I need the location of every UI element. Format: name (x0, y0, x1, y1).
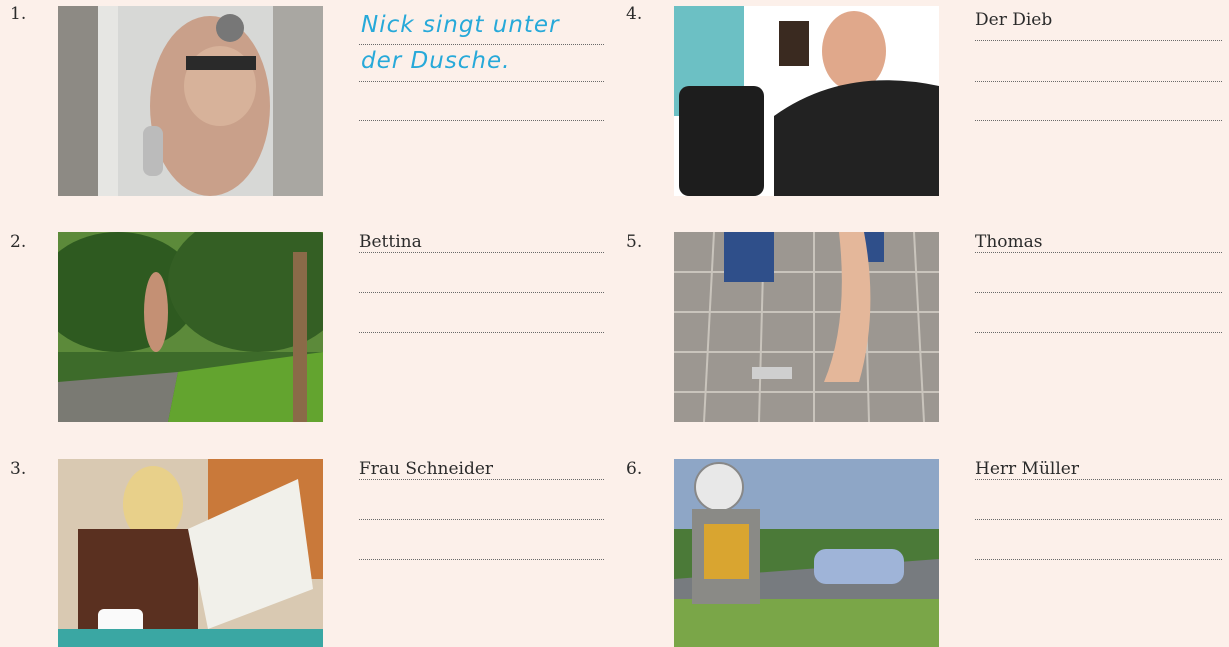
prompt-text: Frau Schneider (359, 459, 498, 479)
answer-line[interactable] (359, 252, 604, 253)
photo-man-singing-in-shower (58, 6, 323, 196)
photo-woman-reading-newspaper (58, 459, 323, 647)
answer-line[interactable] (359, 81, 604, 82)
exercise-number: 2. (10, 232, 27, 252)
photo-picking-up-keys (674, 232, 939, 422)
handwritten-answer-line-2: der Dusche. (361, 48, 511, 74)
answer-area: Nick singt unter der Dusche. (359, 10, 604, 121)
exercise-number: 1. (10, 4, 27, 24)
answer-line[interactable] (975, 292, 1222, 293)
exercise-number: 4. (626, 4, 643, 24)
answer-line[interactable] (975, 519, 1222, 520)
prompt-text: Thomas (975, 232, 1047, 252)
prompt-text: Der Dieb (975, 10, 1057, 30)
answer-line[interactable] (359, 292, 604, 293)
answer-area: Herr Müller (975, 459, 1222, 569)
answer-area: Frau Schneider (359, 459, 604, 569)
exercise-number: 6. (626, 459, 643, 479)
photo-thief-stealing-wallet (674, 6, 939, 196)
prompt-text: Bettina (359, 232, 426, 252)
prompt-text: Herr Müller (975, 459, 1083, 479)
answer-line[interactable] (975, 120, 1222, 121)
photo-speed-camera (674, 459, 939, 647)
answer-line[interactable] (359, 559, 604, 560)
answer-area: Thomas (975, 232, 1222, 342)
answer-line[interactable] (975, 332, 1222, 333)
answer-line[interactable] (975, 252, 1222, 253)
answer-line[interactable] (359, 479, 604, 480)
answer-line[interactable] (975, 81, 1222, 82)
answer-line[interactable] (359, 120, 604, 121)
answer-area: Bettina (359, 232, 604, 342)
answer-line[interactable] (975, 559, 1222, 560)
exercise-number: 3. (10, 459, 27, 479)
answer-line[interactable] (359, 332, 604, 333)
answer-line[interactable] (359, 519, 604, 520)
photo-woman-jogging-in-park (58, 232, 323, 422)
answer-line[interactable] (975, 40, 1222, 41)
answer-area: Der Dieb (975, 10, 1222, 121)
exercise-number: 5. (626, 232, 643, 252)
answer-line[interactable] (359, 44, 604, 45)
answer-line[interactable] (975, 479, 1222, 480)
handwritten-answer-line-1: Nick singt unter (361, 12, 560, 38)
